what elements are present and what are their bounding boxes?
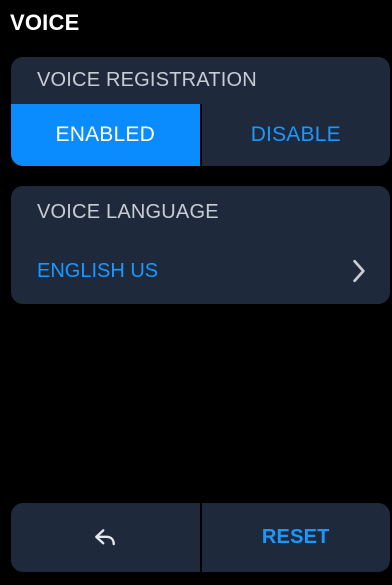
voice-registration-card: VOICE REGISTRATION ENABLED DISABLE bbox=[11, 57, 390, 166]
voice-registration-toggle: ENABLED DISABLE bbox=[11, 104, 390, 166]
chevron-right-icon bbox=[346, 258, 372, 284]
voice-language-label: VOICE LANGUAGE bbox=[37, 200, 219, 223]
selected-language: ENGLISH US bbox=[37, 259, 159, 282]
reset-button[interactable]: RESET bbox=[201, 503, 390, 572]
voice-language-card: VOICE LANGUAGE ENGLISH US bbox=[11, 186, 390, 304]
disable-button[interactable]: DISABLE bbox=[201, 104, 390, 166]
voice-registration-label: VOICE REGISTRATION bbox=[37, 69, 257, 91]
back-icon bbox=[91, 524, 119, 552]
segment-divider bbox=[199, 104, 202, 166]
bottom-action-bar: RESET bbox=[11, 503, 390, 572]
back-button[interactable] bbox=[11, 503, 200, 572]
page-title: VOICE bbox=[10, 10, 80, 35]
language-selector[interactable]: ENGLISH US bbox=[11, 238, 390, 304]
enabled-button[interactable]: ENABLED bbox=[11, 104, 200, 166]
